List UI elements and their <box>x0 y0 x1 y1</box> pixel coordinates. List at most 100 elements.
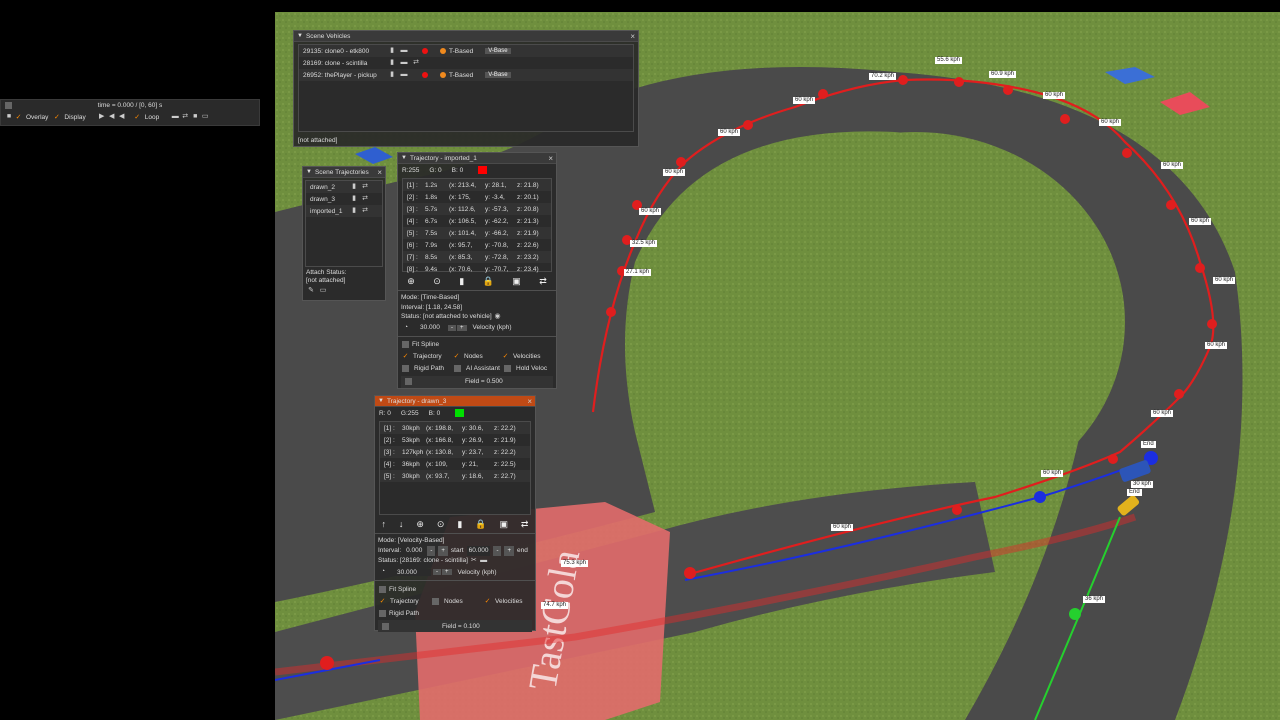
slider-handle[interactable] <box>382 622 389 630</box>
trash-icon[interactable]: ▮ <box>457 519 462 530</box>
save-icon[interactable]: ▣ <box>512 276 521 287</box>
nodes-checkbox[interactable]: ✓ <box>453 353 460 360</box>
close-icon[interactable]: × <box>377 168 382 177</box>
node-row[interactable]: [4] : 36kph (x: 109, y: 21, z: 22.5) <box>380 458 530 470</box>
trash-icon[interactable]: ▮ <box>350 195 358 203</box>
color-swatch[interactable] <box>455 409 465 417</box>
node-row[interactable]: [5] : 7.5s (x: 101.4, y: -66.2, z: 21.9) <box>403 227 551 239</box>
overlay-checkbox[interactable]: ✓ <box>15 114 22 121</box>
play-icon[interactable]: ▶ <box>98 113 106 121</box>
mode2-label[interactable]: V-Base <box>485 72 511 78</box>
node-row[interactable]: [1] : 30kph (x: 198.8, y: 30.6, z: 22.2) <box>380 422 530 434</box>
field-slider[interactable]: Field = 0.500 <box>401 375 553 388</box>
move-down-icon[interactable]: ↓ <box>399 519 404 529</box>
close-icon[interactable]: × <box>527 397 532 406</box>
collapse-arrow-icon[interactable]: ▼ <box>297 33 303 39</box>
link-icon[interactable]: ⇄ <box>361 207 369 215</box>
velocities-checkbox[interactable]: ✓ <box>502 353 509 360</box>
link-icon[interactable]: ⇄ <box>539 276 547 287</box>
node-row[interactable]: [2] : 1.8s (x: 175, y: -3.4, z: 20.1) <box>403 191 551 203</box>
trajectory-item[interactable]: imported_1 ▮ ⇄ <box>306 205 382 217</box>
slider-handle[interactable] <box>405 378 412 385</box>
color-swatch[interactable] <box>478 166 488 174</box>
vehicle-row[interactable]: 26952: thePlayer - pickup ▮ ▬ T-Based V-… <box>299 69 633 81</box>
loop-checkbox[interactable]: ✓ <box>134 114 141 121</box>
rigid-path-checkbox[interactable] <box>379 609 386 617</box>
link-icon[interactable]: ⇄ <box>412 59 420 67</box>
vehicle-icon[interactable]: ▬ <box>480 557 488 565</box>
vehicle-icon[interactable]: ▬ <box>400 59 408 67</box>
velocity-input[interactable]: 30.000 <box>416 324 446 331</box>
velocity-increment[interactable]: + <box>457 324 467 331</box>
scene-trajectories-titlebar[interactable]: ▼ Scene Trajectories × <box>303 167 385 178</box>
trash-icon[interactable]: ▮ <box>388 71 396 79</box>
record-dot-icon[interactable] <box>422 48 428 54</box>
rewind-icon[interactable]: ◀ <box>108 113 116 121</box>
scissors-icon[interactable]: ✂ <box>470 557 478 565</box>
velocity-input[interactable]: 30.000 <box>393 568 431 576</box>
scene-vehicles-titlebar[interactable]: ▼ Scene Vehicles × <box>294 31 638 42</box>
node-row[interactable]: [6] : 7.9s (x: 95.7, y: -70.8, z: 22.6) <box>403 239 551 251</box>
mode2-label[interactable]: V-Base <box>485 48 511 54</box>
vehicle-row[interactable]: 28169: clone - scintilla ▮ ▬ ⇄ <box>299 57 633 69</box>
node-row[interactable]: [5] : 30kph (x: 93.7, y: 18.6, z: 22.7) <box>380 470 530 482</box>
velocity-decrement[interactable]: - <box>448 324 456 331</box>
link-icon[interactable]: ⇄ <box>521 519 529 530</box>
collapse-arrow-icon[interactable]: ▼ <box>378 398 384 404</box>
interval-decrement[interactable]: - <box>427 546 436 556</box>
fit-spline-checkbox[interactable] <box>379 585 386 593</box>
color-g[interactable]: G:255 <box>401 410 419 417</box>
display-checkbox[interactable]: ✓ <box>53 114 60 121</box>
close-icon[interactable]: × <box>630 32 635 41</box>
interval-start-input[interactable]: 0.000 <box>404 546 425 556</box>
velocity-increment[interactable]: + <box>442 569 452 575</box>
color-g[interactable]: G: 0 <box>429 167 441 174</box>
trajectory-titlebar[interactable]: ▼ Trajectory - drawn_3 × <box>375 396 535 407</box>
record-icon[interactable]: ■ <box>191 113 199 121</box>
collapse-arrow-icon[interactable]: ▼ <box>401 155 407 161</box>
save-icon[interactable]: ▣ <box>499 519 508 530</box>
trajectory-item[interactable]: drawn_3 ▮ ⇄ <box>306 193 382 205</box>
trash-icon[interactable]: ▮ <box>388 47 396 55</box>
link-icon[interactable]: ⇄ <box>181 113 189 121</box>
trash-icon[interactable]: ▮ <box>388 59 396 67</box>
trash-icon[interactable]: ▮ <box>350 207 358 215</box>
node-row[interactable]: [7] : 8.5s (x: 85.3, y: -72.8, z: 23.2) <box>403 251 551 263</box>
move-up-icon[interactable]: ↑ <box>381 519 386 529</box>
color-b[interactable]: B: 0 <box>429 410 441 417</box>
lock-icon[interactable]: 🔒 <box>475 519 486 530</box>
add-node-icon[interactable]: ⊕ <box>416 519 424 530</box>
node-row[interactable]: [3] : 5.7s (x: 112.6, y: -57.3, z: 20.8) <box>403 203 551 215</box>
node-row[interactable]: [1] : 1.2s (x: 213.4, y: 28.1, z: 21.8) <box>403 179 551 191</box>
color-b[interactable]: B: 0 <box>452 167 464 174</box>
record-dot-icon[interactable] <box>422 72 428 78</box>
node-row[interactable]: [3] : 127kph (x: 130.8, y: 23.7, z: 22.2) <box>380 446 530 458</box>
trash-icon[interactable]: ▮ <box>459 276 464 287</box>
nodes-checkbox[interactable] <box>432 597 439 605</box>
trash-icon[interactable]: ▮ <box>350 183 358 191</box>
vehicle-icon[interactable]: ▬ <box>400 71 408 79</box>
vehicle-icon[interactable]: ▬ <box>400 47 408 55</box>
add-node-icon[interactable]: ⊕ <box>407 276 415 287</box>
eye-icon[interactable]: ◉ <box>494 313 502 321</box>
camera-icon[interactable]: ■ <box>5 113 13 121</box>
interval-increment[interactable]: + <box>438 546 448 556</box>
node-row[interactable]: [4] : 6.7s (x: 106.5, y: -62.2, z: 21.3) <box>403 215 551 227</box>
pencil-icon[interactable]: ✎ <box>307 287 315 295</box>
vehicle-row[interactable]: 29135: clone0 - etk800 ▮ ▬ T-Based V-Bas… <box>299 45 633 57</box>
trajectory-checkbox[interactable]: ✓ <box>379 598 386 605</box>
node-row[interactable]: [2] : 53kph (x: 166.8, y: 26.9, z: 21.9) <box>380 434 530 446</box>
close-icon[interactable]: × <box>548 154 553 163</box>
trajectory-checkbox[interactable]: ✓ <box>402 353 409 360</box>
fit-spline-checkbox[interactable] <box>402 341 409 348</box>
insert-node-icon[interactable]: ⊙ <box>437 519 445 530</box>
field-slider[interactable]: Field = 0.100 <box>378 620 532 632</box>
link-icon[interactable]: ⇄ <box>361 195 369 203</box>
link-icon[interactable]: ⇄ <box>361 183 369 191</box>
lock-icon[interactable]: 🔒 <box>483 276 494 287</box>
velocity-decrement[interactable]: - <box>433 569 441 575</box>
insert-node-icon[interactable]: ⊙ <box>433 276 441 287</box>
collapse-toggle[interactable] <box>5 102 12 109</box>
color-r[interactable]: R:255 <box>402 167 419 174</box>
folder-icon[interactable]: ▭ <box>319 287 327 295</box>
